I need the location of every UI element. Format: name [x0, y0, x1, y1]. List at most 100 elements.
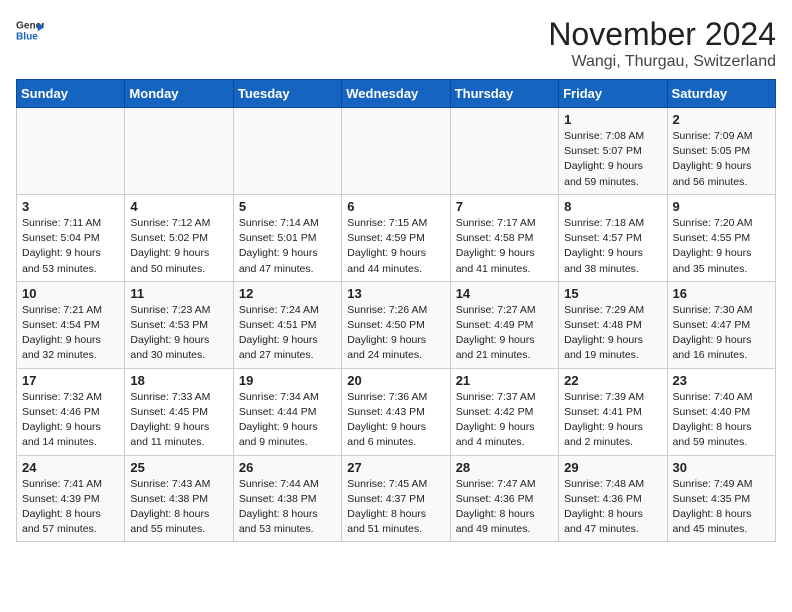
calendar-cell: 29 Sunrise: 7:48 AM Sunset: 4:36 PM Dayli… — [559, 455, 667, 542]
day-info: Sunrise: 7:08 AM Sunset: 5:07 PM Dayligh… — [564, 129, 661, 190]
calendar-cell: 13 Sunrise: 7:26 AM Sunset: 4:50 PM Dayli… — [342, 281, 450, 368]
header: General Blue November 2024 Wangi, Thurga… — [16, 16, 776, 71]
calendar-cell: 14 Sunrise: 7:27 AM Sunset: 4:49 PM Dayli… — [450, 281, 558, 368]
calendar-cell — [233, 108, 341, 195]
day-number: 28 — [456, 460, 553, 475]
svg-text:Blue: Blue — [16, 31, 38, 42]
calendar-cell: 7 Sunrise: 7:17 AM Sunset: 4:58 PM Daylig… — [450, 194, 558, 281]
day-info: Sunrise: 7:36 AM Sunset: 4:43 PM Dayligh… — [347, 390, 444, 451]
weekday-header-sunday: Sunday — [17, 80, 125, 108]
calendar-cell — [342, 108, 450, 195]
weekday-header-wednesday: Wednesday — [342, 80, 450, 108]
weekday-header-saturday: Saturday — [667, 80, 775, 108]
day-number: 16 — [673, 286, 770, 301]
day-info: Sunrise: 7:18 AM Sunset: 4:57 PM Dayligh… — [564, 216, 661, 277]
day-number: 24 — [22, 460, 119, 475]
calendar-cell: 9 Sunrise: 7:20 AM Sunset: 4:55 PM Daylig… — [667, 194, 775, 281]
day-number: 26 — [239, 460, 336, 475]
day-info: Sunrise: 7:20 AM Sunset: 4:55 PM Dayligh… — [673, 216, 770, 277]
day-number: 8 — [564, 199, 661, 214]
calendar-cell — [450, 108, 558, 195]
week-row-4: 17Sunrise: 7:32 AM Sunset: 4:46 PM Dayli… — [17, 368, 776, 455]
weekday-header-monday: Monday — [125, 80, 233, 108]
calendar-cell: 23 Sunrise: 7:40 AM Sunset: 4:40 PM Dayli… — [667, 368, 775, 455]
day-number: 10 — [22, 286, 119, 301]
day-number: 13 — [347, 286, 444, 301]
location-subtitle: Wangi, Thurgau, Switzerland — [548, 53, 776, 71]
calendar-cell: 15 Sunrise: 7:29 AM Sunset: 4:48 PM Dayli… — [559, 281, 667, 368]
day-number: 22 — [564, 373, 661, 388]
calendar-cell — [125, 108, 233, 195]
week-row-2: 3Sunrise: 7:11 AM Sunset: 5:04 PM Daylig… — [17, 194, 776, 281]
day-info: Sunrise: 7:49 AM Sunset: 4:35 PM Dayligh… — [673, 477, 770, 538]
calendar-cell: 8 Sunrise: 7:18 AM Sunset: 4:57 PM Daylig… — [559, 194, 667, 281]
day-number: 12 — [239, 286, 336, 301]
day-number: 3 — [22, 199, 119, 214]
day-info: Sunrise: 7:34 AM Sunset: 4:44 PM Dayligh… — [239, 390, 336, 451]
day-number: 14 — [456, 286, 553, 301]
calendar-cell: 11 Sunrise: 7:23 AM Sunset: 4:53 PM Dayli… — [125, 281, 233, 368]
day-number: 27 — [347, 460, 444, 475]
day-info: Sunrise: 7:09 AM Sunset: 5:05 PM Dayligh… — [673, 129, 770, 190]
day-number: 9 — [673, 199, 770, 214]
calendar-cell: 21Sunrise: 7:37 AM Sunset: 4:42 PM Dayli… — [450, 368, 558, 455]
title-block: November 2024 Wangi, Thurgau, Switzerlan… — [548, 16, 776, 71]
day-info: Sunrise: 7:17 AM Sunset: 4:58 PM Dayligh… — [456, 216, 553, 277]
calendar-cell: 27Sunrise: 7:45 AM Sunset: 4:37 PM Dayli… — [342, 455, 450, 542]
day-number: 17 — [22, 373, 119, 388]
calendar-cell: 26 Sunrise: 7:44 AM Sunset: 4:38 PM Dayli… — [233, 455, 341, 542]
calendar-cell: 3Sunrise: 7:11 AM Sunset: 5:04 PM Daylig… — [17, 194, 125, 281]
calendar-cell: 10 Sunrise: 7:21 AM Sunset: 4:54 PM Dayli… — [17, 281, 125, 368]
calendar-cell: 25Sunrise: 7:43 AM Sunset: 4:38 PM Dayli… — [125, 455, 233, 542]
day-info: Sunrise: 7:23 AM Sunset: 4:53 PM Dayligh… — [130, 303, 227, 364]
day-number: 1 — [564, 112, 661, 127]
day-info: Sunrise: 7:48 AM Sunset: 4:36 PM Dayligh… — [564, 477, 661, 538]
calendar-cell: 22Sunrise: 7:39 AM Sunset: 4:41 PM Dayli… — [559, 368, 667, 455]
day-number: 11 — [130, 286, 227, 301]
day-number: 25 — [130, 460, 227, 475]
week-row-3: 10 Sunrise: 7:21 AM Sunset: 4:54 PM Dayli… — [17, 281, 776, 368]
day-number: 2 — [673, 112, 770, 127]
day-info: Sunrise: 7:29 AM Sunset: 4:48 PM Dayligh… — [564, 303, 661, 364]
calendar-cell: 30 Sunrise: 7:49 AM Sunset: 4:35 PM Dayli… — [667, 455, 775, 542]
day-number: 30 — [673, 460, 770, 475]
day-number: 18 — [130, 373, 227, 388]
day-info: Sunrise: 7:40 AM Sunset: 4:40 PM Dayligh… — [673, 390, 770, 451]
weekday-header-row: SundayMondayTuesdayWednesdayThursdayFrid… — [17, 80, 776, 108]
calendar-cell: 28Sunrise: 7:47 AM Sunset: 4:36 PM Dayli… — [450, 455, 558, 542]
calendar-cell: 16 Sunrise: 7:30 AM Sunset: 4:47 PM Dayli… — [667, 281, 775, 368]
calendar-cell: 2 Sunrise: 7:09 AM Sunset: 5:05 PM Daylig… — [667, 108, 775, 195]
day-info: Sunrise: 7:21 AM Sunset: 4:54 PM Dayligh… — [22, 303, 119, 364]
day-info: Sunrise: 7:33 AM Sunset: 4:45 PM Dayligh… — [130, 390, 227, 451]
calendar-cell: 20Sunrise: 7:36 AM Sunset: 4:43 PM Dayli… — [342, 368, 450, 455]
day-number: 5 — [239, 199, 336, 214]
calendar-cell: 19Sunrise: 7:34 AM Sunset: 4:44 PM Dayli… — [233, 368, 341, 455]
day-number: 29 — [564, 460, 661, 475]
weekday-header-tuesday: Tuesday — [233, 80, 341, 108]
day-number: 15 — [564, 286, 661, 301]
calendar-cell: 12Sunrise: 7:24 AM Sunset: 4:51 PM Dayli… — [233, 281, 341, 368]
calendar-cell: 1 Sunrise: 7:08 AM Sunset: 5:07 PM Daylig… — [559, 108, 667, 195]
day-info: Sunrise: 7:14 AM Sunset: 5:01 PM Dayligh… — [239, 216, 336, 277]
day-number: 23 — [673, 373, 770, 388]
calendar-cell — [17, 108, 125, 195]
day-info: Sunrise: 7:30 AM Sunset: 4:47 PM Dayligh… — [673, 303, 770, 364]
calendar-cell: 5 Sunrise: 7:14 AM Sunset: 5:01 PM Daylig… — [233, 194, 341, 281]
weekday-header-thursday: Thursday — [450, 80, 558, 108]
day-number: 4 — [130, 199, 227, 214]
day-info: Sunrise: 7:15 AM Sunset: 4:59 PM Dayligh… — [347, 216, 444, 277]
day-number: 7 — [456, 199, 553, 214]
day-number: 6 — [347, 199, 444, 214]
day-info: Sunrise: 7:12 AM Sunset: 5:02 PM Dayligh… — [130, 216, 227, 277]
calendar-cell: 24 Sunrise: 7:41 AM Sunset: 4:39 PM Dayli… — [17, 455, 125, 542]
day-info: Sunrise: 7:37 AM Sunset: 4:42 PM Dayligh… — [456, 390, 553, 451]
month-year-title: November 2024 — [548, 16, 776, 53]
day-info: Sunrise: 7:27 AM Sunset: 4:49 PM Dayligh… — [456, 303, 553, 364]
day-info: Sunrise: 7:44 AM Sunset: 4:38 PM Dayligh… — [239, 477, 336, 538]
calendar-cell: 18 Sunrise: 7:33 AM Sunset: 4:45 PM Dayli… — [125, 368, 233, 455]
day-info: Sunrise: 7:41 AM Sunset: 4:39 PM Dayligh… — [22, 477, 119, 538]
calendar-table: SundayMondayTuesdayWednesdayThursdayFrid… — [16, 79, 776, 542]
weekday-header-friday: Friday — [559, 80, 667, 108]
day-info: Sunrise: 7:26 AM Sunset: 4:50 PM Dayligh… — [347, 303, 444, 364]
calendar-cell: 6 Sunrise: 7:15 AM Sunset: 4:59 PM Daylig… — [342, 194, 450, 281]
